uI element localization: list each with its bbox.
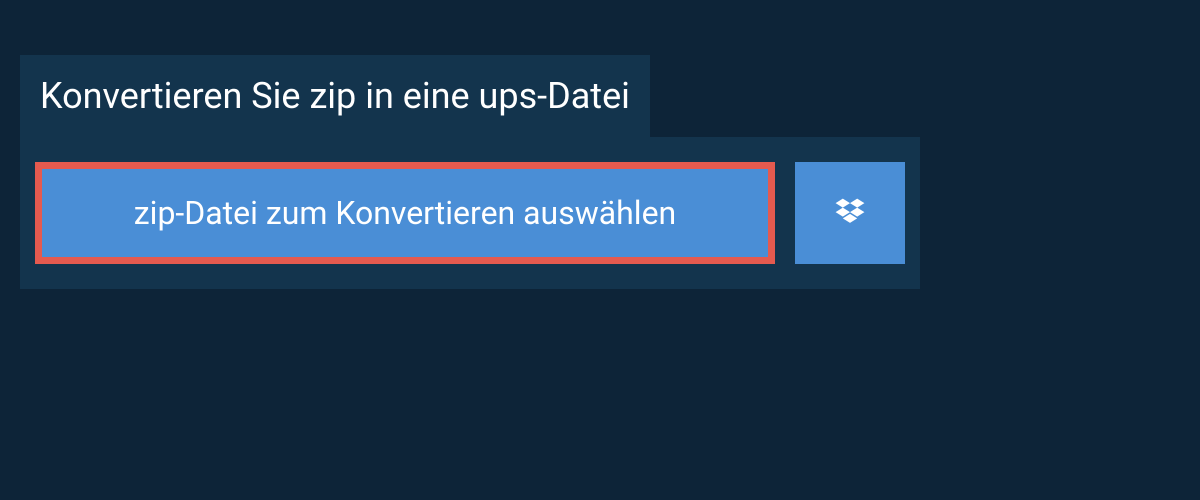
select-file-button-label: zip-Datei zum Konvertieren auswählen bbox=[134, 194, 676, 232]
page-title: Konvertieren Sie zip in eine ups-Datei bbox=[40, 75, 630, 117]
select-file-button[interactable]: zip-Datei zum Konvertieren auswählen bbox=[35, 162, 775, 264]
dropbox-icon bbox=[832, 195, 868, 231]
title-bar: Konvertieren Sie zip in eine ups-Datei bbox=[20, 55, 650, 137]
converter-panel: Konvertieren Sie zip in eine ups-Datei z… bbox=[20, 55, 920, 289]
dropbox-button[interactable] bbox=[795, 162, 905, 264]
file-select-row: zip-Datei zum Konvertieren auswählen bbox=[20, 137, 920, 289]
